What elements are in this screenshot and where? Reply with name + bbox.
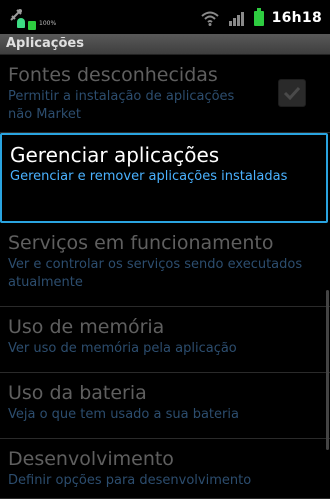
scrollbar[interactable] bbox=[326, 290, 329, 450]
settings-list: Fontes desconhecidas Permitir a instalaç… bbox=[0, 55, 330, 499]
checkmark-icon bbox=[283, 86, 301, 101]
page-title: Aplicações bbox=[6, 36, 84, 51]
list-item-summary: Veja o que tem usado a sua bateria bbox=[8, 407, 239, 422]
list-item-gerenciar-aplicacoes[interactable]: Gerenciar aplicações Gerenciar e remover… bbox=[0, 133, 328, 223]
list-item-summary: Definir opções para desenvolvimento bbox=[8, 473, 252, 488]
list-item-servicos-em-funcionamento[interactable]: Serviços em funcionamento Ver e controla… bbox=[0, 223, 330, 307]
unknown-sources-checkbox[interactable] bbox=[278, 79, 306, 107]
list-item-summary: Ver uso de memória pela aplicação bbox=[8, 341, 237, 356]
signal-icon bbox=[228, 11, 244, 26]
list-item-summary: Ver e controlar os serviços sendo execut… bbox=[8, 257, 303, 290]
status-notification-area: 100% bbox=[8, 5, 56, 31]
status-bar: 100% 16h18 bbox=[0, 0, 330, 34]
list-item-title: Gerenciar aplicações bbox=[10, 143, 220, 167]
list-item-title: Fontes desconhecidas bbox=[8, 64, 218, 86]
battery-small-text: 100% bbox=[39, 20, 57, 27]
battery-small-icon bbox=[28, 21, 36, 30]
list-item-summary: Gerenciar e remover aplicações instalada… bbox=[10, 169, 288, 184]
list-item-summary: Permitir a instalação de aplicações não … bbox=[8, 89, 235, 122]
wifi-icon bbox=[200, 11, 219, 26]
list-item-title: Uso de memória bbox=[8, 316, 165, 338]
list-item-uso-de-memoria[interactable]: Uso de memória Ver uso de memória pela a… bbox=[0, 307, 330, 373]
battery-icon bbox=[253, 7, 264, 26]
android-icon bbox=[17, 18, 25, 28]
list-item-fontes-desconhecidas[interactable]: Fontes desconhecidas Permitir a instalaç… bbox=[0, 55, 330, 133]
list-item-title: Desenvolvimento bbox=[8, 448, 174, 470]
list-item-desenvolvimento[interactable]: Desenvolvimento Definir opções para dese… bbox=[0, 439, 330, 499]
status-system-area: 16h18 bbox=[200, 7, 322, 28]
title-bar: Aplicações bbox=[0, 34, 330, 55]
list-item-title: Uso da bateria bbox=[8, 382, 147, 404]
status-time: 16h18 bbox=[271, 10, 322, 26]
list-item-uso-da-bateria[interactable]: Uso da bateria Veja o que tem usado a su… bbox=[0, 373, 330, 439]
list-item-title: Serviços em funcionamento bbox=[8, 232, 274, 254]
